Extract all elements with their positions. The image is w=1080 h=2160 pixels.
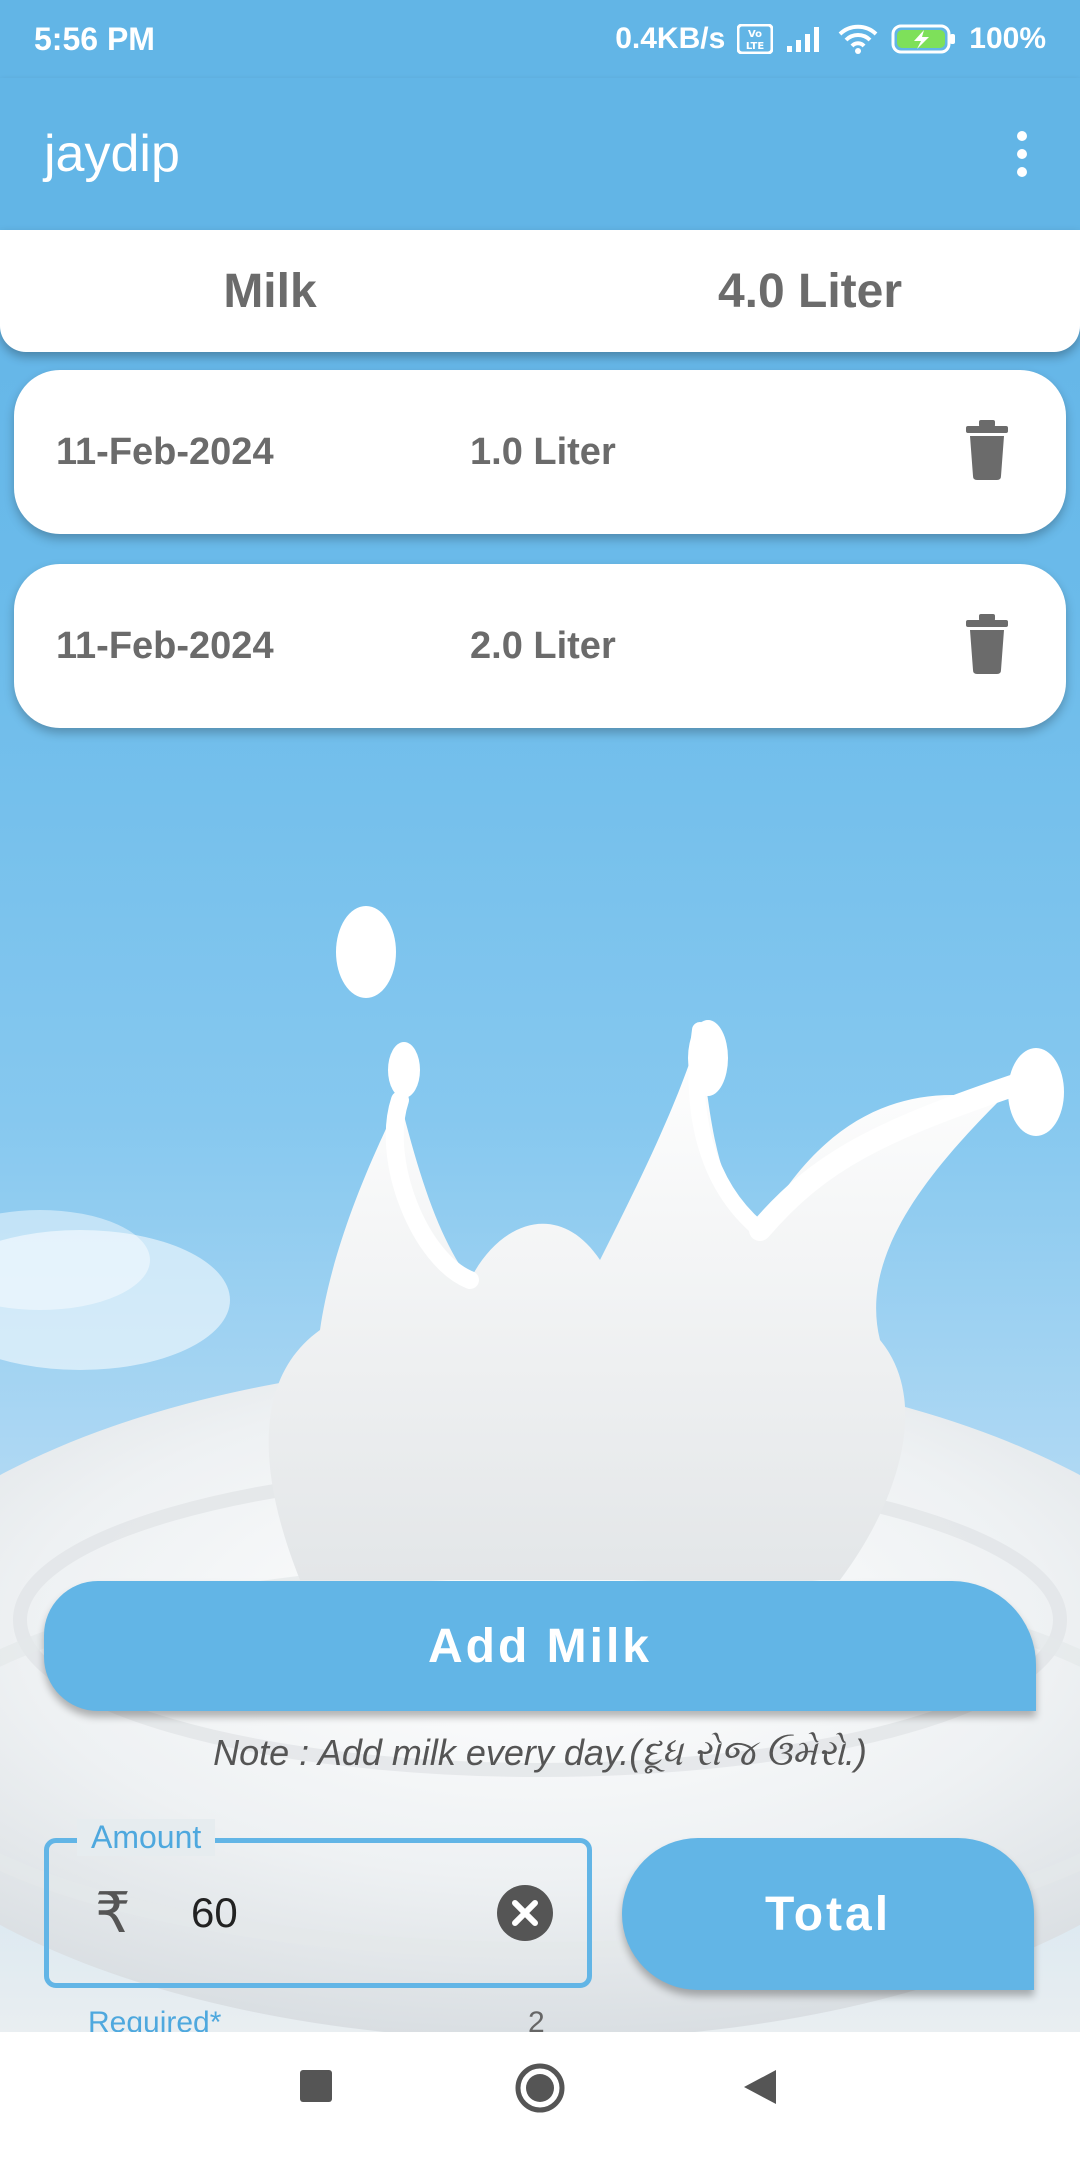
summary-total: 4.0 Liter xyxy=(717,264,903,318)
battery-charging-icon xyxy=(891,23,957,55)
trash-icon[interactable] xyxy=(964,420,1010,480)
home-circle-icon[interactable] xyxy=(514,2062,566,2119)
summary-label: Milk xyxy=(223,264,317,318)
overflow-menu-icon[interactable] xyxy=(1002,124,1042,184)
entry-quantity: 2.0 Liter xyxy=(470,625,616,667)
summary-card: Milk 4.0 Liter xyxy=(0,230,1080,352)
navigation-bar xyxy=(0,2032,1080,2160)
entry-quantity: 1.0 Liter xyxy=(470,431,616,473)
back-triangle-icon[interactable] xyxy=(742,2068,778,2111)
signal-icon xyxy=(785,24,825,54)
entry-date: 11-Feb-2024 xyxy=(56,625,274,667)
milk-entry-row: 11-Feb-2024 2.0 Liter xyxy=(14,564,1066,728)
app-title: jaydip xyxy=(44,125,180,183)
status-icons: 0.4KB/s Vo LTE 100% xyxy=(615,22,1046,56)
milk-entry-row: 11-Feb-2024 1.0 Liter xyxy=(14,370,1066,534)
total-button[interactable]: Total xyxy=(622,1838,1034,1990)
status-bar: 5:56 PM 0.4KB/s Vo LTE 100% xyxy=(0,0,1080,78)
svg-text:Vo: Vo xyxy=(748,29,762,40)
rupee-prefix: ₹ xyxy=(95,1881,131,1944)
recents-square-icon[interactable] xyxy=(298,2068,334,2109)
svg-text:LTE: LTE xyxy=(746,41,765,52)
status-time: 5:56 PM xyxy=(34,20,155,57)
app-bar: jaydip xyxy=(0,78,1080,230)
network-speed: 0.4KB/s xyxy=(615,22,726,55)
note-text: Note : Add milk every day.(દૂધ રોજ ઉમેરો… xyxy=(213,1732,867,1773)
add-milk-button[interactable]: Add Milk xyxy=(44,1581,1036,1711)
battery-percent: 100% xyxy=(969,22,1046,55)
clear-icon[interactable] xyxy=(497,1885,553,1941)
trash-icon[interactable] xyxy=(964,614,1010,674)
amount-value[interactable]: 60 xyxy=(191,1843,238,1983)
amount-input[interactable]: Amount ₹ 60 xyxy=(44,1819,592,1988)
entry-date: 11-Feb-2024 xyxy=(56,431,274,473)
volte-icon: Vo LTE xyxy=(737,24,774,54)
wifi-icon xyxy=(837,23,879,55)
